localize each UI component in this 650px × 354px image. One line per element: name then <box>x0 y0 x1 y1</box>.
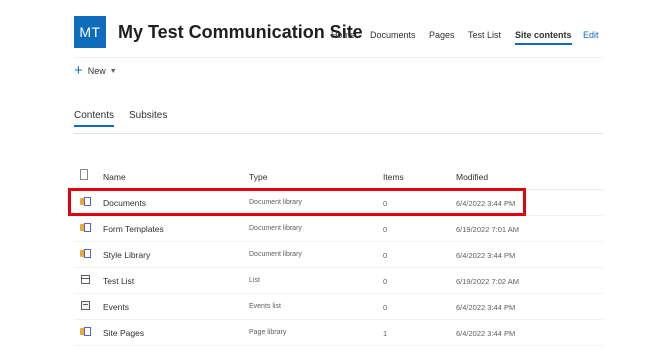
row-name[interactable]: Site Pages <box>103 328 144 338</box>
table-row[interactable]: Form Templates Document library 0 6/19/2… <box>74 216 603 242</box>
table-row[interactable]: Documents Document library 0 6/4/2022 3:… <box>74 190 603 216</box>
page-library-icon <box>80 327 91 336</box>
site-logo[interactable]: MT <box>74 16 106 48</box>
document-library-icon <box>80 249 91 258</box>
table-row[interactable]: Style Library Document library 0 6/4/202… <box>74 242 603 268</box>
row-name[interactable]: Events <box>103 302 129 312</box>
header-divider <box>74 57 603 58</box>
row-type: Events list <box>249 303 281 310</box>
nav-test-list[interactable]: Test List <box>468 30 501 44</box>
site-logo-initials: MT <box>79 24 101 40</box>
document-library-icon <box>80 197 91 206</box>
row-type: Document library <box>249 225 302 232</box>
site-title[interactable]: My Test Communication Site <box>118 22 363 43</box>
table-row[interactable]: Events Events list 0 6/4/2022 3:44 PM <box>74 294 603 320</box>
events-list-icon <box>81 301 90 310</box>
row-items: 0 <box>383 225 388 234</box>
tab-contents[interactable]: Contents <box>74 110 115 127</box>
row-type: List <box>249 277 260 284</box>
row-items: 0 <box>383 303 388 312</box>
column-header-modified[interactable]: Modified <box>456 172 488 182</box>
row-type: Document library <box>249 199 302 206</box>
nav-pages[interactable]: Pages <box>429 30 455 44</box>
row-items: 0 <box>383 277 388 286</box>
row-modified: 6/4/2022 3:44 PM <box>456 303 516 312</box>
chevron-down-icon: ▼ <box>109 67 117 75</box>
row-name[interactable]: Test List <box>103 276 134 286</box>
column-header-type[interactable]: Type <box>249 172 267 182</box>
nav-site-contents[interactable]: Site contents <box>515 30 572 45</box>
document-library-icon <box>80 223 91 232</box>
column-header-name[interactable]: Name <box>103 172 126 182</box>
row-modified: 6/4/2022 3:44 PM <box>456 329 516 338</box>
row-type: Document library <box>249 251 302 258</box>
row-name[interactable]: Form Templates <box>103 224 164 234</box>
list-icon <box>81 275 90 284</box>
row-modified: 6/4/2022 3:44 PM <box>456 251 516 260</box>
nav-documents[interactable]: Documents <box>370 30 416 44</box>
row-modified: 6/19/2022 7:01 AM <box>456 225 519 234</box>
row-modified: 6/19/2022 7:02 AM <box>456 277 519 286</box>
row-items: 0 <box>383 199 388 208</box>
file-type-header-icon[interactable] <box>80 169 88 180</box>
pivot-divider <box>74 133 603 134</box>
row-type: Page library <box>249 329 287 336</box>
row-items: 0 <box>383 251 388 260</box>
nav-edit[interactable]: Edit <box>583 30 599 44</box>
row-name[interactable]: Documents <box>103 198 146 208</box>
row-modified: 6/4/2022 3:44 PM <box>456 199 516 208</box>
table-row[interactable]: Site Pages Page library 1 6/4/2022 3:44 … <box>74 320 603 346</box>
row-items: 1 <box>383 329 388 338</box>
new-button[interactable]: + New ▼ <box>74 62 117 79</box>
nav-home[interactable]: Home <box>331 30 355 44</box>
table-row[interactable]: Test List List 0 6/19/2022 7:02 AM <box>74 268 603 294</box>
column-header-items[interactable]: Items <box>383 172 404 182</box>
plus-icon: + <box>74 62 83 79</box>
row-name[interactable]: Style Library <box>103 250 150 260</box>
new-button-label: New <box>87 66 106 76</box>
tab-subsites[interactable]: Subsites <box>129 110 167 121</box>
